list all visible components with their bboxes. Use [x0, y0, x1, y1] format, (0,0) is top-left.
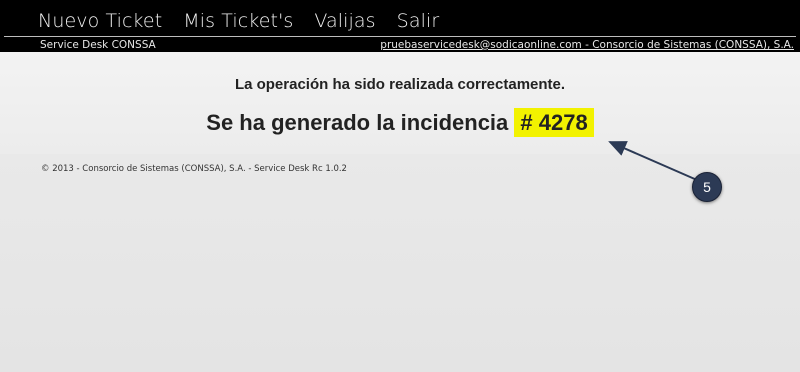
incident-line: Se ha generado la incidencia # 4278	[0, 108, 800, 137]
incident-number: # 4278	[514, 108, 594, 137]
brand-label: Service Desk CONSSA	[40, 39, 156, 51]
incident-prefix: Se ha generado la incidencia	[206, 110, 509, 135]
success-message: La operación ha sido realizada correctam…	[234, 76, 566, 93]
nav-menu: Nuevo Ticket Mis Ticket's Valijas Salir	[38, 10, 439, 32]
nav-salir[interactable]: Salir	[397, 10, 440, 32]
step-badge: 5	[692, 172, 722, 202]
user-account-link[interactable]: pruebaservicedesk@sodicaonline.com - Con…	[380, 39, 794, 51]
top-navbar: Nuevo Ticket Mis Ticket's Valijas Salir …	[0, 0, 800, 52]
footer-copyright: © 2013 - Consorcio de Sistemas (CONSSA),…	[41, 164, 347, 174]
result-panel: La operación ha sido realizada correctam…	[0, 52, 800, 154]
nav-divider	[4, 36, 796, 37]
nav-mis-tickets[interactable]: Mis Ticket's	[183, 10, 293, 32]
nav-valijas[interactable]: Valijas	[314, 10, 375, 32]
nav-nuevo-ticket[interactable]: Nuevo Ticket	[38, 10, 162, 32]
page-background	[0, 154, 800, 372]
